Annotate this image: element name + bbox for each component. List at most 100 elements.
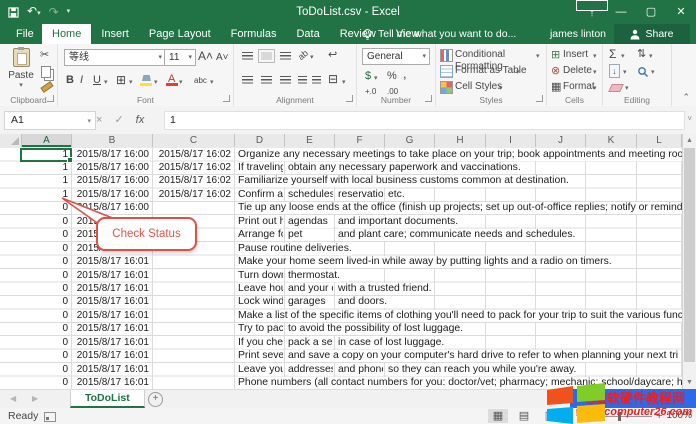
cell-D6[interactable]: Print out h	[238, 216, 283, 228]
cell-E7[interactable]: pet	[288, 229, 333, 241]
clear-caret-icon[interactable]: ▾	[625, 83, 629, 95]
cell-E4[interactable]: schedules	[288, 189, 333, 201]
share-button[interactable]: Share	[614, 24, 690, 44]
comma-style-icon[interactable]: ,	[403, 68, 407, 80]
column-header-I[interactable]: I	[486, 134, 536, 147]
find-caret-icon[interactable]: ▾	[651, 67, 655, 79]
align-middle-icon[interactable]	[261, 52, 272, 60]
cell-E6[interactable]: agendas	[288, 216, 333, 228]
orientation-caret-icon[interactable]: ▾	[310, 52, 314, 64]
clear-eraser-icon[interactable]	[608, 84, 624, 92]
cell-D18[interactable]: Phone numbers (all contact numbers for y…	[238, 377, 682, 389]
cell-G17[interactable]: so they can reach you while you're away.	[388, 364, 576, 376]
cell-styles-button[interactable]: Cell Styles	[455, 81, 502, 93]
tab-formulas[interactable]: Formulas	[221, 24, 287, 44]
enter-icon[interactable]: ✓	[114, 113, 123, 126]
cell-styles-caret-icon[interactable]: ▾	[499, 83, 503, 95]
cell-F7[interactable]: and plant care; communicate needs and sc…	[338, 229, 575, 241]
autosum-caret-icon[interactable]: ▾	[621, 51, 625, 63]
cell-F17[interactable]: and phone	[338, 364, 383, 376]
merge-caret-icon[interactable]: ▾	[342, 77, 346, 89]
grow-font-icon[interactable]: A˄	[198, 50, 213, 62]
cell-A12[interactable]: 0	[22, 296, 68, 308]
cell-F11[interactable]: with a trusted friend.	[338, 283, 432, 295]
shrink-font-icon[interactable]: A˅	[216, 52, 229, 64]
cell-B16[interactable]: 2015/8/17 16:01	[73, 350, 149, 362]
cell-A9[interactable]: 0	[22, 256, 68, 268]
delete-button[interactable]: Delete	[563, 65, 592, 77]
cell-B14[interactable]: 2015/8/17 16:01	[73, 323, 149, 335]
font-dialog-launcher[interactable]	[223, 95, 230, 102]
fill-caret-icon[interactable]: ▾	[623, 67, 627, 79]
align-top-icon[interactable]	[242, 52, 253, 60]
tell-me-box[interactable]: Tell me what you want to do...	[362, 24, 516, 44]
paste-button[interactable]: Paste ▾	[6, 48, 36, 94]
cell-B15[interactable]: 2015/8/17 16:01	[73, 337, 149, 349]
cut-icon[interactable]: ✂	[40, 49, 49, 61]
styles-dialog-launcher[interactable]	[536, 95, 543, 102]
cell-D15[interactable]: If you chec	[238, 337, 283, 349]
check-status-callout[interactable]: Check Status	[96, 217, 197, 251]
cell-D8[interactable]: Pause routine deliveries.	[238, 243, 352, 255]
accounting-format-icon[interactable]: $	[365, 70, 371, 82]
cell-E16[interactable]: and save a copy on your computer's hard …	[288, 350, 678, 362]
sheet-nav-right-icon[interactable]: ▶	[32, 390, 38, 408]
scroll-down-icon[interactable]: ▼	[683, 376, 696, 389]
cell-E14[interactable]: to avoid the possibility of lost luggage…	[288, 323, 463, 335]
cell-D2[interactable]: If traveling	[238, 162, 283, 174]
cell-E17[interactable]: addresses	[288, 364, 333, 376]
cell-B18[interactable]: 2015/8/17 16:01	[73, 377, 149, 389]
name-box[interactable]: A1▾	[4, 111, 96, 130]
find-select-icon[interactable]	[637, 66, 649, 81]
phonetic-caret-icon[interactable]: ▾	[210, 77, 214, 89]
macro-record-icon[interactable]	[44, 412, 56, 422]
borders-caret-icon[interactable]: ▾	[129, 77, 133, 89]
fill-color-icon[interactable]	[142, 75, 151, 81]
collapse-ribbon-icon[interactable]: ⌃	[682, 92, 690, 103]
cell-C4[interactable]: 2015/8/17 16:02	[154, 189, 231, 201]
cell-D5[interactable]: Tie up any loose ends at the office (fin…	[238, 202, 682, 214]
fill-down-icon[interactable]: ↓	[609, 64, 620, 78]
cell-B13[interactable]: 2015/8/17 16:01	[73, 310, 149, 322]
close-icon[interactable]: ✕	[666, 0, 696, 24]
column-header-D[interactable]: D	[235, 134, 285, 147]
format-caret-icon[interactable]: ▾	[593, 83, 597, 95]
cell-D14[interactable]: Try to pack	[238, 323, 283, 335]
phonetic-guide-icon[interactable]: abc	[194, 75, 207, 87]
page-layout-view-icon[interactable]: ▤	[514, 409, 534, 423]
column-header-E[interactable]: E	[285, 134, 335, 147]
insert-caret-icon[interactable]: ▾	[593, 51, 597, 63]
sort-filter-icon[interactable]: ⇅	[637, 48, 646, 60]
active-cell-A1[interactable]: 1	[20, 148, 72, 162]
formula-input[interactable]: 1	[164, 111, 685, 130]
tab-home[interactable]: Home	[42, 24, 91, 44]
cell-B12[interactable]: 2015/8/17 16:01	[73, 296, 149, 308]
cell-D11[interactable]: Leave hous	[238, 283, 283, 295]
cell-D13[interactable]: Make a list of the specific items of clo…	[238, 310, 682, 322]
cell-A18[interactable]: 0	[22, 377, 68, 389]
column-header-G[interactable]: G	[385, 134, 435, 147]
cell-A11[interactable]: 0	[22, 283, 68, 295]
cell-D3[interactable]: Familiarize yourself with local business…	[238, 175, 569, 187]
ribbon-display-options-icon[interactable]: ↑	[576, 0, 606, 25]
fill-handle[interactable]	[67, 157, 73, 163]
clipboard-dialog-launcher[interactable]	[47, 95, 54, 102]
cell-C2[interactable]: 2015/8/17 16:02	[154, 162, 231, 174]
cell-F15[interactable]: in case of lost luggage.	[338, 337, 444, 349]
cell-A8[interactable]: 0	[22, 243, 68, 255]
percent-style-icon[interactable]: %	[387, 70, 397, 82]
cell-A17[interactable]: 0	[22, 364, 68, 376]
align-left-icon[interactable]	[242, 76, 253, 84]
autosum-icon[interactable]: Σ	[609, 48, 616, 60]
cell-E11[interactable]: and your c	[288, 283, 333, 295]
cell-C1[interactable]: 2015/8/17 16:02	[154, 149, 231, 161]
align-bottom-icon[interactable]	[280, 52, 291, 60]
tab-page-layout[interactable]: Page Layout	[139, 24, 221, 44]
tab-file[interactable]: File	[2, 24, 48, 44]
cell-D17[interactable]: Leave your	[238, 364, 283, 376]
cell-E12[interactable]: garages	[288, 296, 333, 308]
cell-C3[interactable]: 2015/8/17 16:02	[154, 175, 231, 187]
cell-A16[interactable]: 0	[22, 350, 68, 362]
cell-D1[interactable]: Organize any necessary meetings to take …	[238, 149, 682, 161]
alignment-dialog-launcher[interactable]	[346, 95, 353, 102]
